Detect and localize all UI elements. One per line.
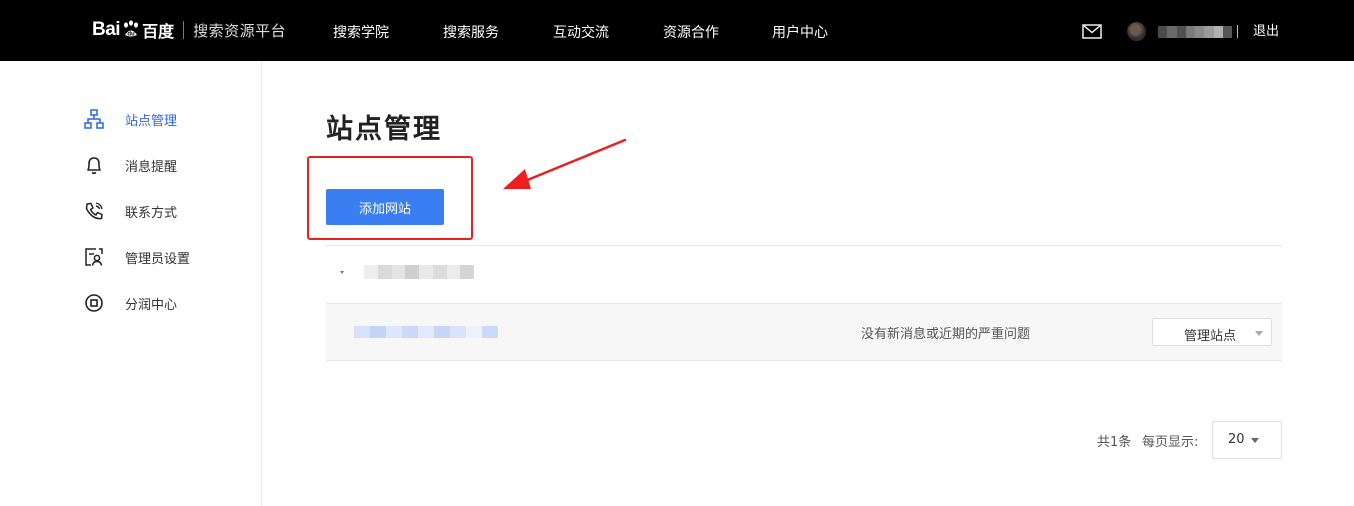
add-website-button[interactable]: 添加网站 bbox=[326, 189, 444, 225]
nav-item-resource-cooperation[interactable]: 资源合作 bbox=[663, 23, 719, 43]
pagination-total: 共1条 bbox=[1097, 435, 1132, 450]
nav-item-search-academy[interactable]: 搜索学院 bbox=[333, 23, 389, 43]
site-row: 没有新消息或近期的严重问题 管理站点 bbox=[326, 303, 1282, 361]
per-page-select[interactable]: 20 bbox=[1212, 421, 1282, 459]
manage-site-dropdown[interactable]: 管理站点 bbox=[1152, 318, 1272, 346]
logo-divider bbox=[183, 21, 185, 39]
nav-item-interaction[interactable]: 互动交流 bbox=[553, 23, 609, 43]
paw-icon: du bbox=[124, 20, 139, 38]
phone-icon bbox=[85, 202, 103, 220]
top-nav-bar: Bai du 百度 搜索资源平台 搜索学院 搜索服务 互动交流 资源合作 用户中… bbox=[0, 0, 1354, 61]
sidebar-item-label: 消息提醒 bbox=[125, 159, 178, 175]
sidebar-item-label: 管理员设置 bbox=[125, 251, 191, 267]
nav-item-search-services[interactable]: 搜索服务 bbox=[443, 23, 499, 43]
site-group-name-redacted bbox=[364, 265, 474, 279]
site-group-header[interactable] bbox=[340, 262, 474, 282]
sidebar-item-admin-settings[interactable]: 管理员设置 bbox=[83, 245, 190, 269]
site-status-text: 没有新消息或近期的严重问题 bbox=[861, 327, 1031, 342]
admin-card-icon bbox=[85, 248, 103, 266]
logout-link[interactable]: 退出 bbox=[1253, 22, 1279, 42]
annotation-arrow bbox=[503, 138, 627, 189]
logo-text-bai: Bai bbox=[92, 19, 121, 40]
svg-text:du: du bbox=[127, 32, 135, 38]
sitemap-icon bbox=[84, 109, 104, 129]
sidebar-item-label: 站点管理 bbox=[125, 113, 178, 129]
manage-site-label: 管理站点 bbox=[1184, 329, 1237, 344]
sidebar-item-label: 分润中心 bbox=[125, 297, 178, 313]
bell-icon bbox=[87, 157, 101, 175]
per-page-value: 20 bbox=[1228, 432, 1245, 447]
site-domain-redacted[interactable] bbox=[354, 326, 498, 338]
logo-text-du: 百度 bbox=[142, 22, 175, 41]
avatar[interactable] bbox=[1127, 22, 1146, 41]
sidebar-item-revenue-center[interactable]: 分润中心 bbox=[83, 291, 177, 315]
user-divider bbox=[1237, 25, 1238, 38]
sidebar: 站点管理 消息提醒 联系方式 管理员设置 分润中心 bbox=[0, 61, 262, 506]
baidu-logo[interactable]: Bai du 百度 搜索资源平台 bbox=[92, 16, 286, 44]
sidebar-item-label: 联系方式 bbox=[125, 205, 178, 221]
coin-icon bbox=[85, 294, 103, 312]
per-page-label: 每页显示: bbox=[1142, 435, 1199, 450]
platform-name: 搜索资源平台 bbox=[193, 21, 287, 40]
chevron-down-icon bbox=[1255, 331, 1263, 336]
chevron-down-icon bbox=[1251, 438, 1259, 443]
sidebar-item-contact[interactable]: 联系方式 bbox=[83, 199, 177, 223]
sidebar-item-notifications[interactable]: 消息提醒 bbox=[83, 153, 177, 177]
sidebar-item-site-management[interactable]: 站点管理 bbox=[83, 107, 177, 131]
mail-icon[interactable] bbox=[1082, 24, 1102, 39]
username-redacted[interactable] bbox=[1158, 26, 1232, 38]
nav-item-user-center[interactable]: 用户中心 bbox=[772, 23, 828, 43]
page-title: 站点管理 bbox=[326, 114, 442, 145]
divider bbox=[326, 245, 1282, 246]
collapse-caret-icon[interactable] bbox=[340, 270, 344, 274]
